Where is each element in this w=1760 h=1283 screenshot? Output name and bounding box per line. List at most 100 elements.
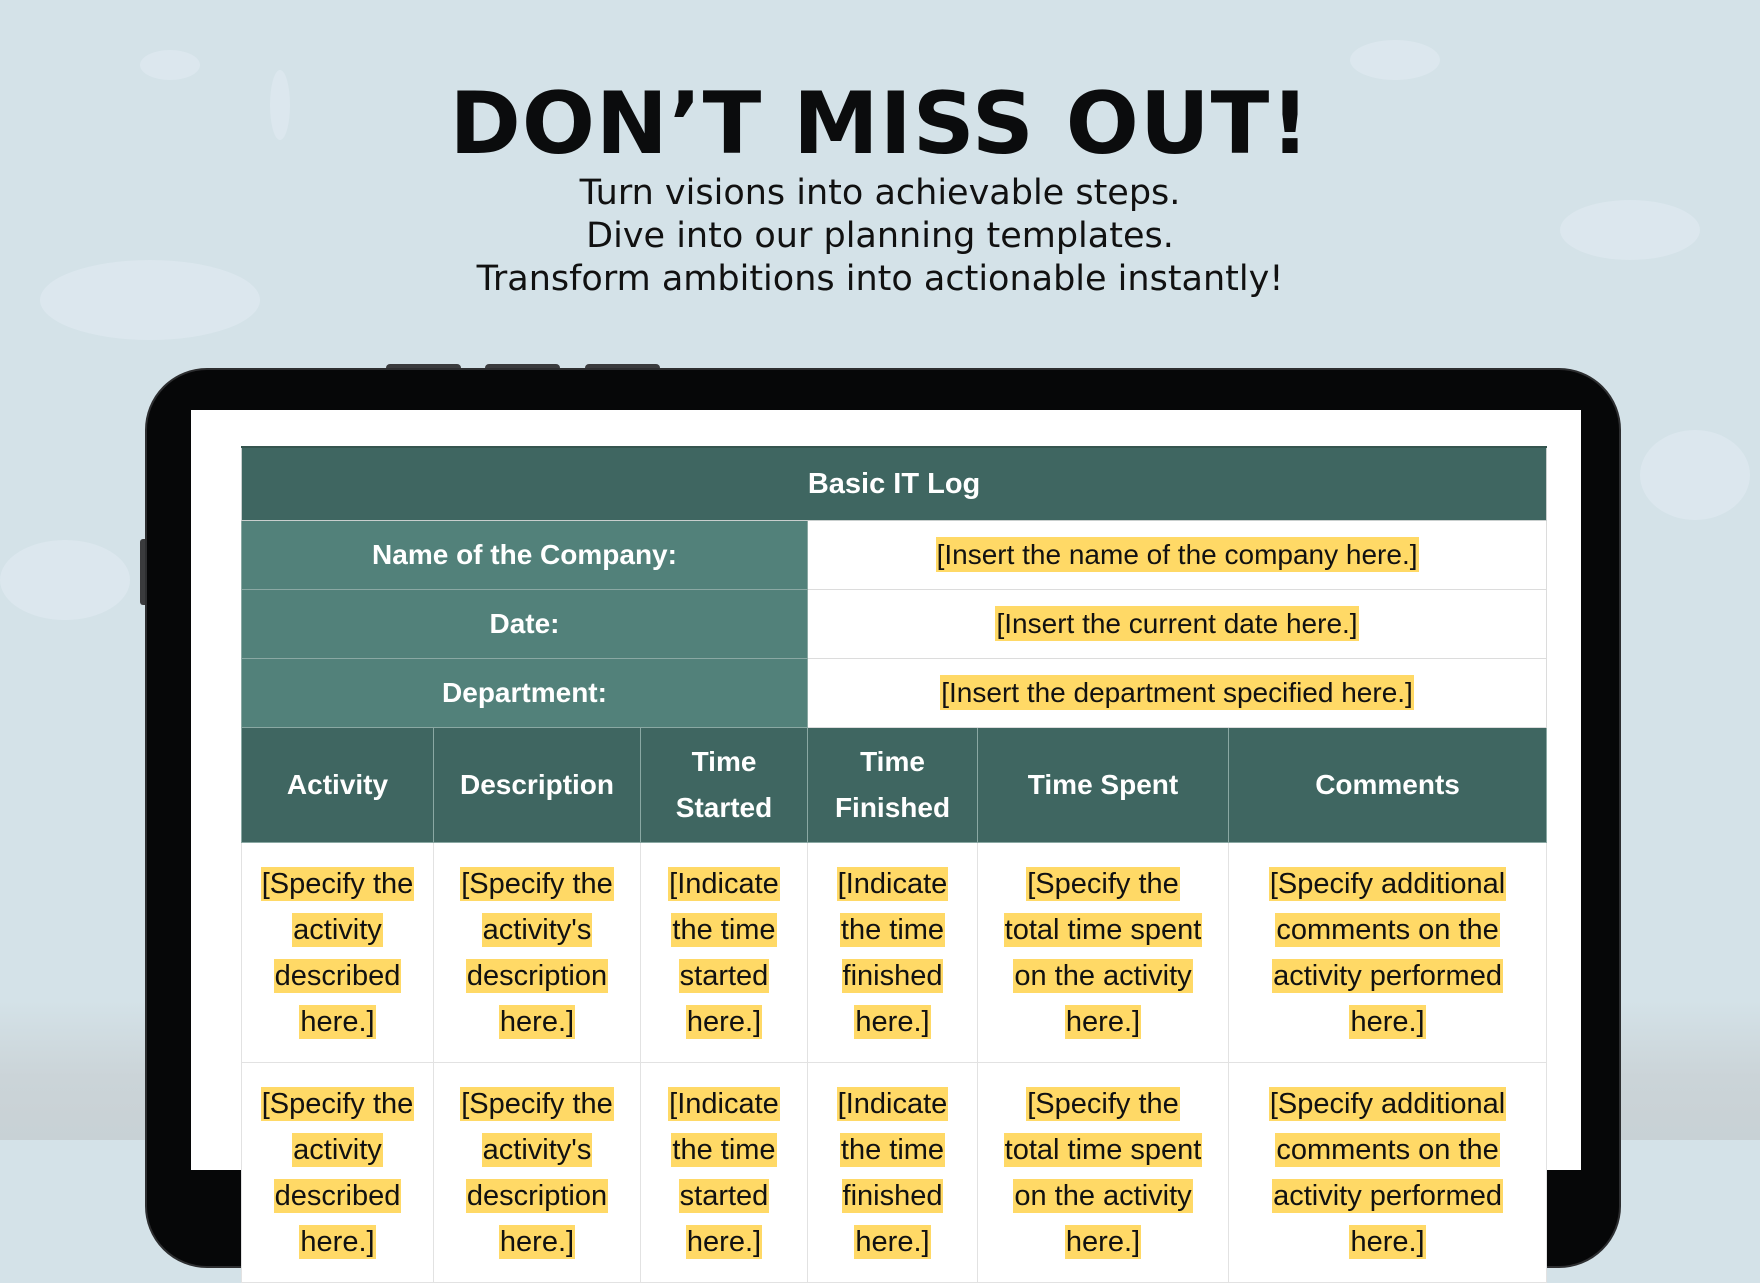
info-row-date: Date: [Insert the current date here.]	[241, 589, 1548, 659]
placeholder-line: here.]	[812, 1219, 973, 1265]
log-cell-time-finished[interactable]: [Indicate the time finished here.]	[807, 1062, 978, 1283]
log-cell-description[interactable]: [Specify the activity's description here.]	[433, 842, 641, 1063]
info-row-department: Department: [Insert the department speci…	[241, 658, 1548, 728]
placeholder-line: the time	[812, 907, 973, 953]
placeholder-text: here.]	[1349, 1004, 1426, 1039]
log-cell-activity[interactable]: [Specify the activity described here.]	[241, 842, 434, 1063]
placeholder-text: here.]	[685, 1224, 763, 1259]
placeholder-text: [Specify the	[460, 1086, 614, 1121]
placeholder-text: described	[273, 958, 402, 993]
log-cell-time-spent[interactable]: [Specify the total time spent on the activ…	[977, 1062, 1229, 1283]
placeholder-line: [Indicate	[645, 1081, 803, 1127]
placeholder-text: [Specify additional	[1268, 866, 1507, 901]
placeholder-text: [Specify the	[260, 866, 415, 901]
company-name-field[interactable]: [Insert the name of the company here.]	[806, 520, 1548, 590]
column-header-time-finished: Time Finished	[807, 727, 978, 843]
column-header-activity: Activity	[241, 727, 434, 843]
promo-headline: DON’T MISS OUT!	[449, 74, 1311, 174]
column-header-line: Time	[860, 746, 925, 777]
placeholder-line: activity's	[438, 907, 636, 953]
placeholder-line: [Specify the	[438, 1081, 636, 1127]
placeholder-text: description	[465, 1178, 609, 1213]
placeholder-line: total time spent	[982, 1127, 1224, 1173]
info-row-company: Name of the Company: [Insert the name of…	[241, 520, 1548, 590]
log-cell-time-started[interactable]: [Indicate the time started here.]	[640, 1062, 808, 1283]
log-cell-time-spent[interactable]: [Specify the total time spent on the activ…	[977, 842, 1229, 1063]
placeholder-text: here.]	[1064, 1224, 1142, 1259]
log-cell-time-finished[interactable]: [Indicate the time finished here.]	[807, 842, 978, 1063]
placeholder-line: on the activity	[982, 1173, 1224, 1219]
placeholder-line: here.]	[438, 999, 636, 1045]
info-label: Department:	[241, 658, 808, 728]
log-row: [Specify the activity described here.] [Spec…	[241, 842, 1548, 1063]
placeholder-line: activity performed	[1233, 1173, 1542, 1219]
placeholder-line: finished	[812, 953, 973, 999]
placeholder-line: activity's	[438, 1127, 636, 1173]
placeholder-text: here.]	[299, 1004, 376, 1039]
placeholder-text: the time	[839, 1132, 946, 1167]
placeholder-line: here.]	[438, 1219, 636, 1265]
placeholder-line: [Specify the	[246, 861, 429, 907]
placeholder-text: [Specify the	[1026, 1086, 1180, 1121]
placeholder-text: activity's	[481, 1132, 593, 1167]
subtitle-line: Transform ambitions into actionable inst…	[476, 259, 1284, 299]
placeholder-text: on the activity	[1013, 958, 1193, 993]
placeholder-text: the time	[671, 912, 777, 947]
placeholder-line: finished	[812, 1173, 973, 1219]
info-label: Name of the Company:	[241, 520, 808, 590]
log-cell-comments[interactable]: [Specify additional comments on the activi…	[1227, 1062, 1548, 1283]
placeholder-text: activity performed	[1272, 958, 1503, 993]
log-row: [Specify the activity described here.] [Spec…	[241, 1062, 1548, 1283]
placeholder-line: here.]	[982, 1219, 1224, 1265]
department-field[interactable]: [Insert the department specified here.]	[806, 658, 1548, 728]
placeholder-line: on the activity	[982, 953, 1224, 999]
log-body: [Specify the activity described here.] [Spec…	[241, 842, 1548, 1283]
column-header-time-spent: Time Spent	[977, 727, 1229, 843]
placeholder-line: activity	[246, 907, 429, 953]
document-title: Basic IT Log	[240, 446, 1548, 521]
placeholder-text: description	[465, 958, 609, 993]
placeholder-line: comments on the	[1233, 1127, 1542, 1173]
placeholder-text: finished	[841, 958, 944, 993]
placeholder-line: activity	[246, 1127, 429, 1173]
placeholder-text: [Indicate	[836, 866, 949, 901]
placeholder-text: [Specify the	[260, 1086, 415, 1121]
info-label: Date:	[241, 589, 808, 659]
column-header-line: Activity	[286, 769, 389, 800]
placeholder-line: here.]	[246, 1219, 429, 1265]
info-value: [Insert the department specified here.]	[940, 675, 1414, 710]
placeholder-text: activity	[292, 912, 383, 947]
it-log-table: Basic IT Log Name of the Company: [Inser…	[240, 446, 1548, 1283]
placeholder-line: [Indicate	[812, 861, 973, 907]
placeholder-text: here.]	[299, 1224, 376, 1259]
placeholder-text: [Specify additional	[1268, 1086, 1507, 1121]
placeholder-line: here.]	[645, 999, 803, 1045]
column-header-line: Description	[459, 769, 615, 800]
placeholder-line: the time	[645, 907, 803, 953]
column-header-description: Description	[433, 727, 641, 843]
placeholder-line: activity performed	[1233, 953, 1542, 999]
log-cell-time-started[interactable]: [Indicate the time started here.]	[640, 842, 808, 1063]
column-header-time-started: Time Started	[640, 727, 808, 843]
placeholder-line: here.]	[982, 999, 1224, 1045]
placeholder-text: here.]	[685, 1004, 763, 1039]
placeholder-text: here.]	[498, 1004, 576, 1039]
promo-subtitle: Turn visions into achievable steps. Dive…	[0, 172, 1760, 301]
placeholder-text: total time spent	[1003, 1132, 1203, 1167]
placeholder-text: here.]	[854, 1224, 931, 1259]
placeholder-text: started	[678, 1178, 770, 1213]
date-field[interactable]: [Insert the current date here.]	[806, 589, 1548, 659]
placeholder-text: here.]	[1064, 1004, 1142, 1039]
info-value: [Insert the name of the company here.]	[935, 537, 1419, 572]
placeholder-text: total time spent	[1003, 912, 1203, 947]
log-cell-description[interactable]: [Specify the activity's description here.]	[433, 1062, 641, 1283]
log-cell-comments[interactable]: [Specify additional comments on the activi…	[1227, 842, 1548, 1063]
placeholder-line: [Specify the	[982, 861, 1224, 907]
placeholder-line: here.]	[645, 1219, 803, 1265]
log-cell-activity[interactable]: [Specify the activity described here.]	[241, 1062, 434, 1283]
placeholder-text: started	[678, 958, 770, 993]
placeholder-text: comments on the	[1275, 912, 1500, 947]
info-value: [Insert the current date here.]	[995, 606, 1359, 641]
placeholder-line: [Specify additional	[1233, 1081, 1542, 1127]
placeholder-line: described	[246, 1173, 429, 1219]
